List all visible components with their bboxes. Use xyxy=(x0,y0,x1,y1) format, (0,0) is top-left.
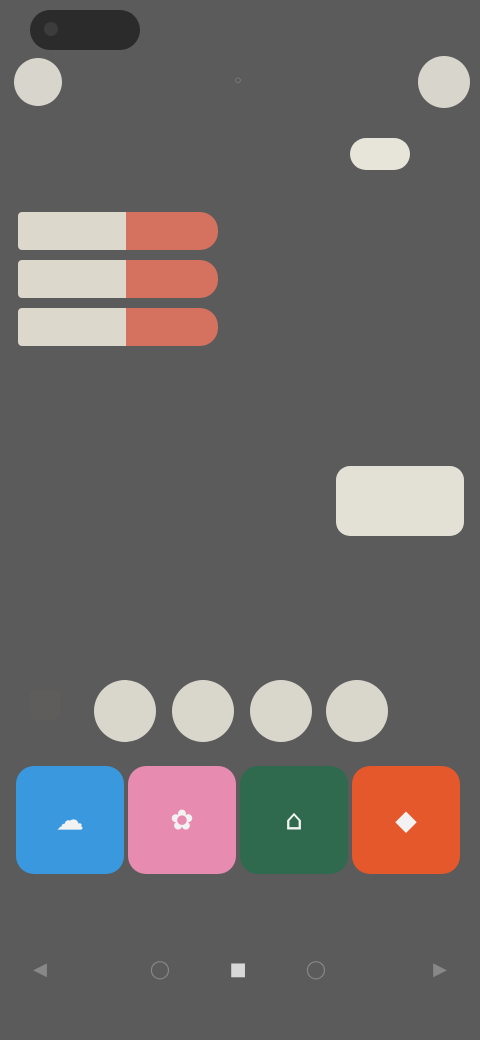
flower-icon: ✿ xyxy=(170,803,194,837)
app-tile[interactable]: ✿ xyxy=(128,766,236,874)
palette-left-swatch xyxy=(18,260,126,298)
nav-forward-icon[interactable]: ▶ xyxy=(420,950,460,990)
palette-right-swatch xyxy=(126,308,218,346)
filter-circle-button[interactable] xyxy=(172,680,234,742)
app-tile[interactable]: ☁ xyxy=(16,766,124,874)
nav-circle-icon[interactable]: ◯ xyxy=(296,950,336,990)
nav-home-icon[interactable]: ■ xyxy=(218,950,258,990)
palette-left-swatch xyxy=(18,308,126,346)
filter-circle-button[interactable] xyxy=(250,680,312,742)
nav-circle-icon[interactable]: ◯ xyxy=(140,950,180,990)
side-chip[interactable] xyxy=(350,138,410,170)
diamond-icon: ◆ xyxy=(395,803,417,837)
palette-right-swatch xyxy=(126,260,218,298)
palette-row[interactable] xyxy=(18,260,218,298)
side-action-button[interactable] xyxy=(336,466,464,536)
filter-placeholder-icon xyxy=(30,690,60,720)
status-indicator-icon xyxy=(44,22,58,36)
cloud-icon: ☁ xyxy=(56,803,84,837)
app-tile[interactable]: ◆ xyxy=(352,766,460,874)
app-tile[interactable]: ⌂ xyxy=(240,766,348,874)
palette-row[interactable] xyxy=(18,308,218,346)
profile-avatar-button[interactable] xyxy=(14,58,62,106)
palette-right-swatch xyxy=(126,212,218,250)
center-toolbar-icon[interactable]: ◦ xyxy=(226,70,250,94)
settings-avatar-button[interactable] xyxy=(418,56,470,108)
palette-row[interactable] xyxy=(18,212,218,250)
filter-circle-button[interactable] xyxy=(94,680,156,742)
home-icon: ⌂ xyxy=(285,803,303,837)
palette-left-swatch xyxy=(18,212,126,250)
nav-back-icon[interactable]: ◀ xyxy=(20,950,60,990)
filter-circle-button[interactable] xyxy=(326,680,388,742)
